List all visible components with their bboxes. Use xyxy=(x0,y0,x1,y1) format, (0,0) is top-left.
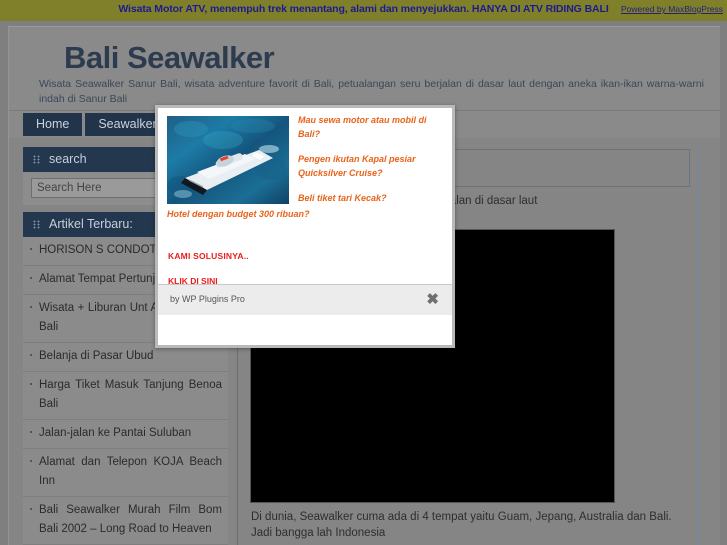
list-item[interactable]: Harga Tiket Masuk Tanjung Benoa Bali xyxy=(23,372,228,420)
promo-line-1: Mau sewa motor atau mobil di Bali? xyxy=(298,115,427,139)
top-promo-text: Wisata Motor ATV, menempuh trek menantan… xyxy=(118,3,609,15)
powered-by-link[interactable]: Powered by MaxBlogPress xyxy=(621,4,723,14)
promo-solution-text: KAMI SOLUSINYA.. xyxy=(168,251,249,261)
cruise-boat-image xyxy=(167,116,289,204)
promo-popup-modal: Mau sewa motor atau mobil di Bali? Penge… xyxy=(155,105,455,348)
close-icon[interactable]: ✖ xyxy=(426,291,439,308)
popup-credit-text: by WP Plugins Pro xyxy=(170,294,245,304)
list-item[interactable]: Jalan-jalan ke Pantai Suluban xyxy=(23,420,228,449)
drag-handle-icon xyxy=(33,220,40,229)
promo-line-2: Pengen ikutan Kapal pesiar Quicksilver C… xyxy=(298,154,416,178)
post-footer-text: Di dunia, Seawalker cuma ada di 4 tempat… xyxy=(251,511,672,539)
nav-item-home[interactable]: Home xyxy=(23,113,83,136)
page-scroll-rail[interactable] xyxy=(697,147,700,545)
promo-hotel-line: Hotel dengan budget 300 ribuan? xyxy=(167,209,310,219)
page-root: Wisata Motor ATV, menempuh trek menantan… xyxy=(0,0,727,545)
articles-widget-title: Artikel Terbaru: xyxy=(49,217,133,231)
promo-popup-body: Mau sewa motor atau mobil di Bali? Penge… xyxy=(158,108,452,315)
promo-popup-footer: by WP Plugins Pro ✖ xyxy=(158,284,452,315)
search-widget-title: search xyxy=(49,152,87,166)
top-promo-bar: Wisata Motor ATV, menempuh trek menantan… xyxy=(0,0,727,21)
list-item[interactable]: Bali Seawalker Murah Film Bom Bali 2002 … xyxy=(23,497,228,545)
promo-line-3: Beli tiket tari Kecak? xyxy=(298,193,387,203)
site-tagline: Wisata Seawalker Sanur Bali, wisata adve… xyxy=(39,78,704,105)
promo-question-lines: Mau sewa motor atau mobil di Bali? Penge… xyxy=(298,113,446,216)
site-header: Bali Seawalker Wisata Seawalker Sanur Ba… xyxy=(9,27,720,110)
list-item[interactable]: Alamat dan Telepon KOJA Beach Inn xyxy=(23,449,228,497)
page-title: Bali Seawalker xyxy=(64,40,275,75)
drag-handle-icon xyxy=(33,155,40,164)
